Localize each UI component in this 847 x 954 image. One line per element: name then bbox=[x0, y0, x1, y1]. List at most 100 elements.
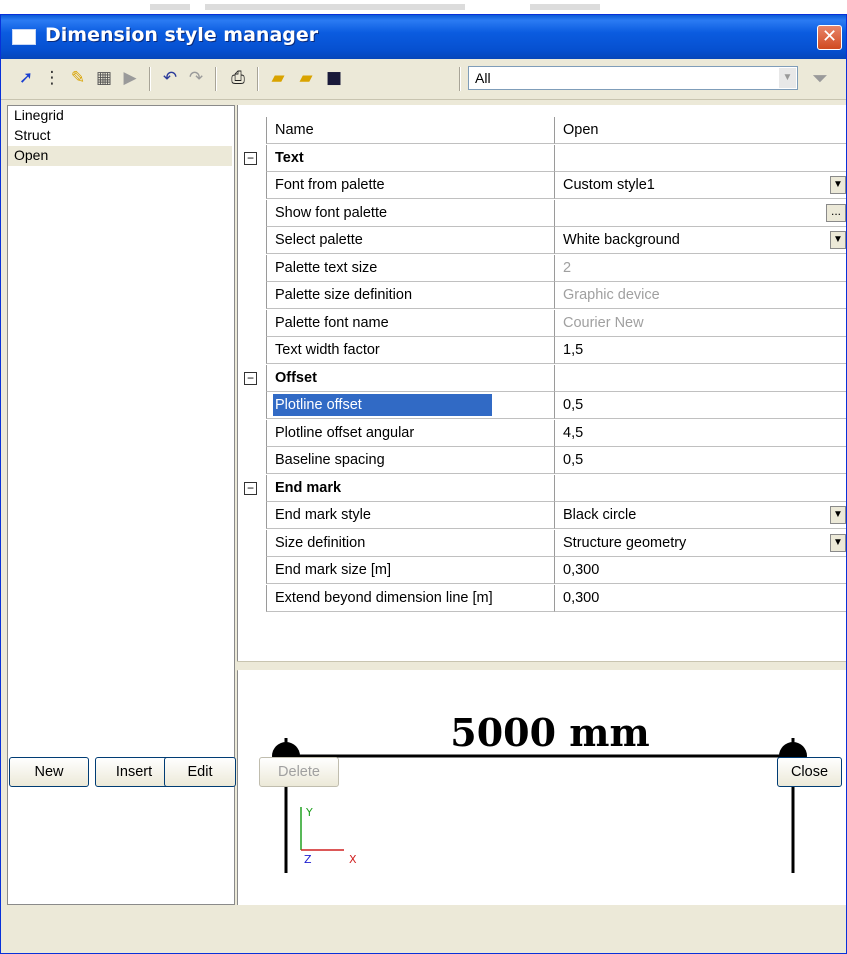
chevron-down-icon[interactable]: ▼ bbox=[830, 176, 846, 194]
property-value bbox=[555, 475, 846, 502]
property-value: Courier New bbox=[555, 310, 846, 337]
property-name: Palette text size bbox=[266, 254, 555, 282]
print-icon[interactable]: ⎙ bbox=[227, 67, 249, 89]
import-icon[interactable]: ⋮ bbox=[41, 67, 63, 89]
property-row[interactable]: End mark style Black circle ▼ bbox=[266, 502, 846, 530]
property-name: Size definition bbox=[266, 529, 555, 557]
redo-icon[interactable]: ↷ bbox=[185, 67, 207, 89]
property-value[interactable]: 4,5 bbox=[555, 420, 846, 447]
toolbar-separator bbox=[215, 67, 217, 91]
property-value[interactable]: Structure geometry ▼ bbox=[555, 530, 846, 557]
property-name: Font from palette bbox=[266, 172, 555, 199]
filter-value: All bbox=[475, 70, 491, 86]
close-window-button[interactable]: ✕ bbox=[817, 25, 842, 50]
chevron-down-icon[interactable]: ▼ bbox=[830, 506, 846, 524]
list-item-struct[interactable]: Struct bbox=[8, 126, 232, 146]
property-row[interactable]: Plotline offset 0,5 bbox=[266, 392, 846, 420]
list-item-linegrid[interactable]: Linegrid bbox=[8, 106, 232, 126]
property-row[interactable]: Name Open bbox=[266, 117, 846, 145]
collapse-icon[interactable]: − bbox=[244, 481, 257, 495]
property-name: Plotline offset angular bbox=[266, 419, 555, 447]
property-name: End mark style bbox=[266, 502, 555, 529]
property-value[interactable]: White background ▼ bbox=[555, 227, 846, 254]
property-row[interactable]: Show font palette... bbox=[266, 199, 846, 228]
property-name: Baseline spacing bbox=[266, 447, 555, 474]
edit-button[interactable]: Edit bbox=[164, 757, 236, 787]
property-name: Palette size definition bbox=[266, 282, 555, 309]
cursor-icon[interactable]: ▶ bbox=[119, 67, 141, 89]
copy-icon[interactable]: ▦ bbox=[93, 67, 115, 89]
chevron-down-icon[interactable]: ▼ bbox=[830, 533, 846, 552]
button-bar bbox=[1, 905, 846, 953]
property-group-row[interactable]: − End mark bbox=[244, 474, 846, 503]
collapse-icon[interactable]: − bbox=[244, 371, 257, 385]
open-folder-2-icon[interactable]: ▰ bbox=[295, 67, 317, 89]
property-name: Palette font name bbox=[266, 309, 555, 337]
property-value[interactable]: 0,5 bbox=[555, 447, 846, 474]
toolbar-separator bbox=[459, 67, 461, 91]
property-group-row[interactable]: − Text bbox=[244, 144, 846, 173]
property-value[interactable]: 0,5 bbox=[555, 392, 846, 419]
z-axis-label: Z bbox=[304, 853, 312, 866]
property-name: Offset bbox=[266, 364, 555, 392]
property-name: Plotline offset bbox=[266, 392, 555, 419]
property-value[interactable]: Open bbox=[555, 117, 846, 144]
property-row[interactable]: Font from palette Custom style1 ▼ bbox=[266, 172, 846, 200]
property-value: Graphic device bbox=[555, 282, 846, 309]
toolbar: ➚ ⋮ ✎ ▦ ▶ ↶ ↷ ⎙ ▰ ▰ ■ All ▼ ⏷ bbox=[1, 59, 846, 100]
title-bar[interactable]: Dimension style manager ✕ bbox=[1, 15, 846, 59]
property-row[interactable]: End mark size [m] 0,300 bbox=[266, 557, 846, 585]
toolbar-separator bbox=[149, 67, 151, 91]
chevron-down-icon[interactable]: ▼ bbox=[779, 68, 796, 88]
new-button[interactable]: New bbox=[9, 757, 89, 787]
window-icon bbox=[12, 29, 36, 45]
list-item-open[interactable]: Open bbox=[8, 146, 232, 166]
edit-icon[interactable]: ✎ bbox=[67, 67, 89, 89]
close-button[interactable]: Close bbox=[777, 757, 842, 787]
property-name: Show font palette bbox=[266, 199, 555, 227]
property-name: Extend beyond dimension line [m] bbox=[266, 584, 555, 612]
delete-button[interactable]: Delete bbox=[259, 757, 339, 787]
property-row[interactable]: Baseline spacing 0,5 bbox=[266, 447, 846, 475]
y-axis-label: Y bbox=[305, 806, 313, 819]
property-value bbox=[555, 365, 846, 392]
undo-icon[interactable]: ↶ bbox=[159, 67, 181, 89]
dimension-text: 5000 mm bbox=[450, 710, 649, 755]
property-row[interactable]: Size definition Structure geometry ▼ bbox=[266, 529, 846, 558]
property-row[interactable]: Palette size definition Graphic device bbox=[266, 282, 846, 310]
collapse-icon[interactable]: − bbox=[244, 151, 257, 165]
toolbar-separator bbox=[257, 67, 259, 91]
property-row[interactable]: Palette font name Courier New bbox=[266, 309, 846, 338]
property-row[interactable]: Plotline offset angular 4,5 bbox=[266, 419, 846, 448]
dimension-style-manager-window: Dimension style manager ✕ ➚ ⋮ ✎ ▦ ▶ ↶ ↷ … bbox=[0, 14, 847, 954]
open-folder-icon[interactable]: ▰ bbox=[267, 67, 289, 89]
property-value[interactable]: Black circle ▼ bbox=[555, 502, 846, 529]
property-row[interactable]: Palette text size 2 bbox=[266, 254, 846, 283]
save-icon[interactable]: ■ bbox=[323, 67, 345, 89]
filter-icon[interactable]: ⏷ bbox=[807, 65, 833, 91]
property-grid: Name Open − Text Font from palette Custom sty… bbox=[244, 117, 846, 613]
property-name: Select palette bbox=[266, 227, 555, 254]
dimension-preview: 5000 mm Y X Z bbox=[238, 670, 846, 905]
property-group-row[interactable]: − Offset bbox=[244, 364, 846, 393]
insert-button[interactable]: Insert bbox=[95, 757, 173, 787]
chevron-down-icon[interactable]: ▼ bbox=[830, 231, 846, 249]
property-row[interactable]: Text width factor 1,5 bbox=[266, 337, 846, 365]
property-name: Text bbox=[266, 144, 555, 172]
property-row[interactable]: Extend beyond dimension line [m] 0,300 bbox=[266, 584, 846, 613]
property-value[interactable]: 0,300 bbox=[555, 585, 846, 612]
property-value[interactable]: 0,300 bbox=[555, 557, 846, 584]
property-name: End mark size [m] bbox=[266, 557, 555, 584]
property-value[interactable]: Custom style1 ▼ bbox=[555, 172, 846, 199]
property-name: Text width factor bbox=[266, 337, 555, 364]
new-style-icon[interactable]: ➚ bbox=[15, 67, 37, 89]
ellipsis-button[interactable]: ... bbox=[826, 203, 846, 222]
filter-select[interactable]: All ▼ bbox=[468, 66, 798, 90]
property-value bbox=[555, 145, 846, 172]
property-value: 2 bbox=[555, 255, 846, 282]
property-row[interactable]: Select palette White background ▼ bbox=[266, 227, 846, 255]
background-strip bbox=[0, 0, 847, 14]
preview-canvas: 5000 mm Y X Z bbox=[272, 710, 807, 873]
property-value[interactable]: 1,5 bbox=[555, 337, 846, 364]
property-value[interactable]: ... bbox=[555, 200, 846, 227]
